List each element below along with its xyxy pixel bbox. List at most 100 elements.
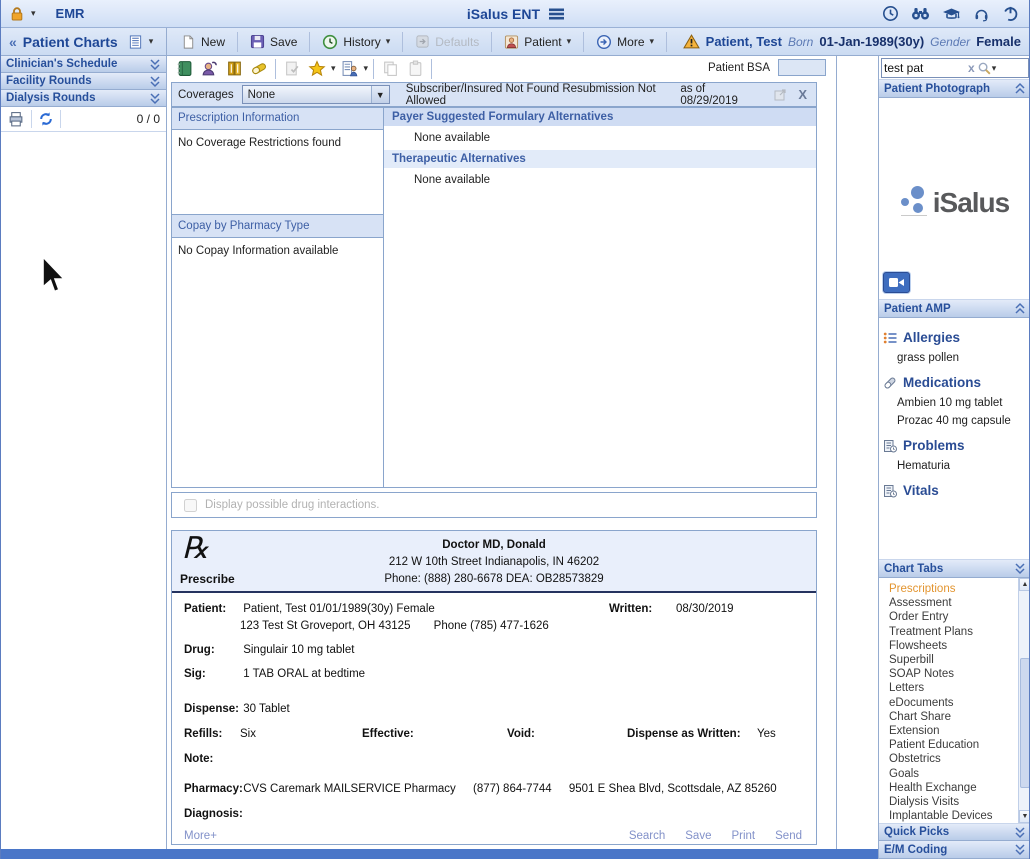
allergies-section[interactable]: Allergies — [883, 330, 1027, 345]
patient-bsa-input[interactable] — [778, 59, 826, 76]
patient-button[interactable]: Patient ▾ — [498, 32, 577, 52]
send-link[interactable]: Send — [775, 830, 802, 842]
prescriber-options-icon[interactable] — [339, 58, 361, 79]
allergies-icon — [883, 331, 897, 345]
sidebar-section-clinicians-schedule[interactable]: Clinician's Schedule — [1, 56, 166, 73]
sidebar-section-facility-rounds[interactable]: Facility Rounds — [1, 73, 166, 90]
vitals-section[interactable]: Vitals — [883, 483, 1027, 498]
allergy-item[interactable]: grass pollen — [883, 349, 1027, 367]
binoculars-icon[interactable] — [911, 6, 930, 21]
chart-tab-prescriptions[interactable]: Prescriptions — [879, 582, 1017, 596]
printer-icon[interactable] — [7, 111, 25, 128]
chart-tab-health-exchange[interactable]: Health Exchange — [879, 781, 1017, 795]
new-button[interactable]: New — [175, 32, 231, 52]
collapse-left-icon[interactable]: « — [9, 34, 17, 50]
refresh-icon[interactable] — [38, 111, 54, 127]
history-button[interactable]: History ▾ — [316, 32, 396, 52]
pager-count: 0 / 0 — [137, 112, 160, 126]
chart-tabs-scrollbar[interactable]: ▲ ▼ — [1018, 578, 1030, 823]
power-icon[interactable] — [1002, 5, 1019, 22]
close-icon[interactable]: X — [795, 87, 810, 102]
headset-icon[interactable] — [973, 6, 990, 22]
prescription-panel: ℞ Prescribe Doctor MD, Donald 212 W 10th… — [171, 530, 817, 845]
gender-label: Gender — [930, 35, 970, 49]
pharmacy-phone: (877) 864-7744 — [473, 783, 552, 795]
notebook-icon[interactable] — [173, 58, 195, 79]
pager-separator — [60, 110, 61, 128]
save-link[interactable]: Save — [685, 830, 711, 842]
scroll-thumb[interactable] — [1020, 658, 1030, 788]
patient-search-input[interactable] — [884, 61, 966, 75]
save-button[interactable]: Save — [244, 32, 303, 51]
formulary-alternatives-message: None available — [384, 126, 816, 150]
chevrons-down-icon[interactable] — [149, 58, 161, 71]
search-icon[interactable] — [977, 61, 992, 76]
chevrons-up-icon[interactable] — [1014, 302, 1026, 315]
chevrons-down-icon[interactable] — [149, 92, 161, 105]
patient-photograph-header[interactable]: Patient Photograph — [879, 80, 1030, 98]
search-link[interactable]: Search — [629, 830, 665, 842]
chart-tab-treatment-plans[interactable]: Treatment Plans — [879, 625, 1017, 639]
section-label: Chart Tabs — [884, 563, 943, 575]
patient-amp-header[interactable]: Patient AMP — [879, 300, 1030, 318]
drug-reference-books-icon[interactable] — [223, 58, 245, 79]
chart-tab-dialysis-visits[interactable]: Dialysis Visits — [879, 795, 1017, 809]
favorites-star-icon[interactable] — [306, 58, 328, 79]
dispense-label: Dispense: — [184, 703, 240, 715]
problems-section[interactable]: Problems — [883, 438, 1027, 453]
patient-info-icon[interactable] — [198, 58, 220, 79]
chevrons-up-icon[interactable] — [1014, 82, 1026, 95]
more-button[interactable]: More ▾ — [590, 32, 660, 52]
search-caret-icon[interactable]: ▾ — [992, 63, 997, 74]
graduation-cap-icon[interactable] — [942, 6, 961, 21]
chart-tab-edocuments[interactable]: eDocuments — [879, 696, 1017, 710]
select-arrow-icon[interactable]: ▼ — [371, 86, 389, 103]
print-link[interactable]: Print — [731, 830, 755, 842]
problem-item[interactable]: Hematuria — [883, 457, 1027, 475]
chart-tabs-header[interactable]: Chart Tabs — [879, 560, 1030, 578]
lock-dropdown-caret-icon[interactable]: ▾ — [31, 8, 36, 19]
chart-tab-patient-education[interactable]: Patient Education — [879, 738, 1017, 752]
coverage-asof-text: as of 08/29/2019 — [680, 83, 758, 107]
scroll-down-icon[interactable]: ▼ — [1019, 810, 1030, 823]
chevrons-down-icon[interactable] — [1014, 826, 1026, 839]
patient-field-value: Patient, Test 01/01/1989(30y) Female — [243, 603, 435, 615]
chart-tab-soap-notes[interactable]: SOAP Notes — [879, 667, 1017, 681]
medications-section[interactable]: Medications — [883, 375, 1027, 390]
chart-tab-order-entry[interactable]: Order Entry — [879, 610, 1017, 624]
chart-tab-chart-share[interactable]: Chart Share — [879, 710, 1017, 724]
chart-tab-obstetrics[interactable]: Obstetrics — [879, 752, 1017, 766]
interactions-check-icon — [281, 58, 303, 79]
webcam-button[interactable] — [883, 272, 910, 293]
chevrons-down-icon[interactable] — [1014, 562, 1026, 575]
chevrons-down-icon[interactable] — [149, 75, 161, 88]
defaults-icon — [415, 34, 430, 49]
quick-picks-header[interactable]: Quick Picks — [879, 824, 1030, 841]
chart-tab-superbill[interactable]: Superbill — [879, 653, 1017, 667]
chart-tab-extension[interactable]: Extension — [879, 724, 1017, 738]
pill-icon[interactable] — [248, 58, 270, 79]
lock-icon[interactable] — [9, 6, 25, 22]
scroll-up-icon[interactable]: ▲ — [1019, 578, 1030, 591]
prescriber-caret-icon[interactable]: ▾ — [364, 63, 369, 74]
module-dropdown-caret-icon[interactable]: ▾ — [149, 36, 154, 47]
medication-item[interactable]: Prozac 40 mg capsule — [883, 412, 1027, 430]
interactions-checkbox[interactable] — [184, 499, 197, 512]
clear-search-icon[interactable]: x — [966, 61, 977, 75]
chart-tab-assessment[interactable]: Assessment — [879, 596, 1017, 610]
more-link[interactable]: More+ — [184, 830, 217, 842]
chart-menu-icon[interactable] — [128, 34, 143, 50]
menu-icon[interactable] — [548, 7, 565, 21]
warning-icon[interactable] — [683, 34, 700, 49]
medication-item[interactable]: Ambien 10 mg tablet — [883, 394, 1027, 412]
chart-tab-flowsheets[interactable]: Flowsheets — [879, 639, 1017, 653]
chart-tab-letters[interactable]: Letters — [879, 681, 1017, 695]
chart-tab-implantable-devices[interactable]: Implantable Devices — [879, 809, 1017, 823]
chevrons-down-icon[interactable] — [1014, 843, 1026, 856]
em-coding-header[interactable]: E/M Coding — [879, 841, 1030, 859]
sidebar-section-dialysis-rounds[interactable]: Dialysis Rounds — [1, 90, 166, 107]
chart-tab-goals[interactable]: Goals — [879, 766, 1017, 780]
clock-icon[interactable] — [882, 5, 899, 22]
favorites-caret-icon[interactable]: ▾ — [331, 63, 336, 74]
coverages-select[interactable]: None ▼ — [242, 85, 390, 104]
